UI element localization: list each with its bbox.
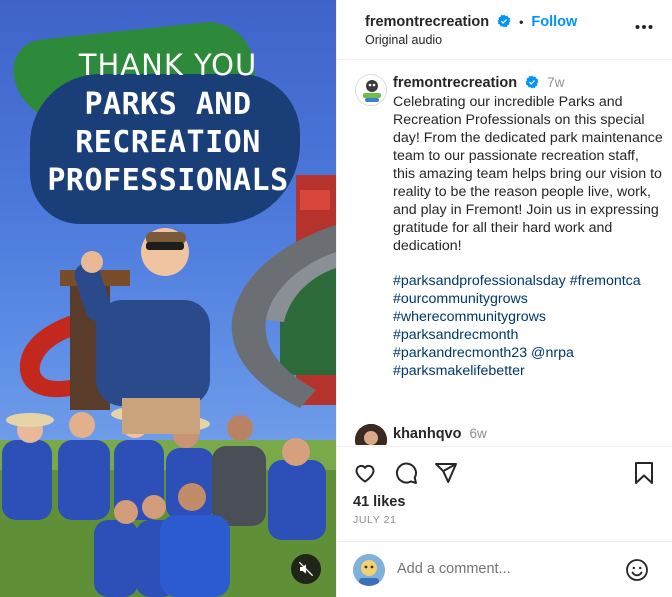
original-audio-link[interactable]: Original audio xyxy=(365,33,442,47)
comment-input[interactable] xyxy=(397,556,617,582)
overlay-thank-you: THANK YOU xyxy=(78,48,258,82)
separator-dot: • xyxy=(519,15,524,29)
overlay-line-parks: PARKS AND xyxy=(84,87,252,122)
verified-badge-icon xyxy=(525,75,539,89)
heart-icon[interactable] xyxy=(353,461,377,485)
hashtag-link[interactable]: #wherecommunitygrows xyxy=(393,309,546,325)
comment-username[interactable]: khanhqvo xyxy=(393,426,461,442)
caption-timestamp[interactable]: 7w xyxy=(547,75,564,90)
avatar[interactable] xyxy=(353,554,385,586)
avatar[interactable] xyxy=(355,424,387,445)
overlay-line-recreation: RECREATION xyxy=(75,125,261,160)
header-username[interactable]: fremontrecreation xyxy=(365,14,489,30)
likes-count[interactable]: 41 likes xyxy=(353,494,405,510)
more-options-icon[interactable] xyxy=(635,24,653,30)
hashtag-link[interactable]: #fremontca xyxy=(570,273,641,289)
hashtag-link[interactable]: #parksandprofessionalsday xyxy=(393,273,566,289)
comment-box xyxy=(337,541,672,597)
caption-text: Celebrating our incredible Parks and Rec… xyxy=(393,94,663,254)
follow-button[interactable]: Follow xyxy=(531,14,577,30)
comment-timestamp[interactable]: 6w xyxy=(470,426,487,441)
fremont-logo-icon xyxy=(356,75,386,105)
comment-icon[interactable] xyxy=(394,461,418,485)
post-date[interactable]: JULY 21 xyxy=(353,514,397,526)
verified-badge-icon xyxy=(497,14,511,28)
hashtag-link[interactable]: #ourcommunitygrows xyxy=(393,291,528,307)
hashtag-list: #parksandprofessionalsday #fremontca #ou… xyxy=(393,272,663,380)
mention-link[interactable]: @nrpa xyxy=(531,345,574,361)
muted-speaker-icon xyxy=(298,561,314,577)
bookmark-icon[interactable] xyxy=(633,461,655,485)
hashtag-link[interactable]: #parksandrecmonth xyxy=(393,327,518,343)
overlay-headline: PARKS AND RECREATION PROFESSIONALS xyxy=(0,86,336,200)
current-user-avatar-icon xyxy=(353,554,385,586)
caption-section: fremontrecreation 7w Celebrating our inc… xyxy=(337,60,672,445)
post-actions: 41 likes JULY 21 xyxy=(337,446,672,542)
caption-username[interactable]: fremontrecreation xyxy=(393,75,517,91)
post-media[interactable]: THANK YOU PARKS AND RECREATION PROFESSIO… xyxy=(0,0,336,597)
overlay-line-professionals: PROFESSIONALS xyxy=(47,163,289,198)
avatar[interactable] xyxy=(355,74,387,106)
post-sidebar: fremontrecreation • Follow Original audi… xyxy=(336,0,672,597)
emoji-icon[interactable] xyxy=(625,558,649,582)
share-icon[interactable] xyxy=(434,461,458,485)
mute-button[interactable] xyxy=(291,554,321,584)
post-header: fremontrecreation • Follow Original audi… xyxy=(337,0,672,60)
hashtag-link[interactable]: #parkandrecmonth23 xyxy=(393,345,527,361)
user-photo-icon xyxy=(355,424,387,445)
hashtag-link[interactable]: #parksmakelifebetter xyxy=(393,363,525,379)
